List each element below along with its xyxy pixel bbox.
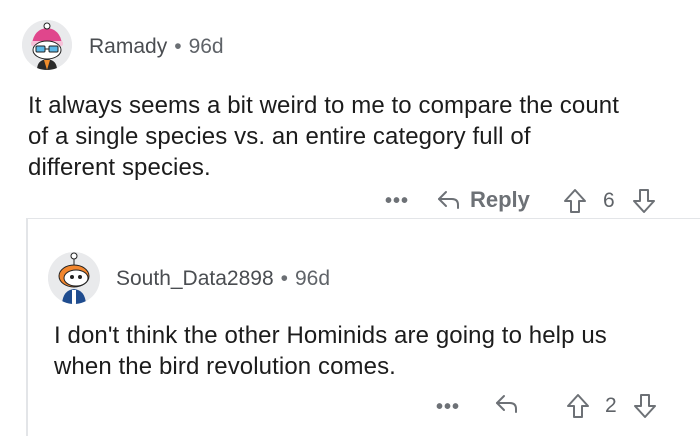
comment-meta: South_Data2898 • 96d	[116, 267, 330, 291]
comment-line: of a single species vs. an entire catego…	[28, 123, 531, 150]
comment-line: It always seems a bit weird to me to com…	[28, 92, 619, 119]
downvote-arrow-icon	[633, 189, 655, 213]
comment-age: 96d	[188, 35, 224, 58]
reply-arrow-icon	[496, 395, 517, 413]
reply-divider	[28, 218, 700, 219]
comment-meta: Ramady • 96d	[89, 35, 224, 59]
meta-separator: •	[174, 35, 182, 58]
reply-button[interactable]	[494, 392, 520, 416]
reply-arrow-icon	[438, 191, 459, 209]
downvote-button[interactable]	[633, 393, 657, 419]
ellipsis-icon: •••	[385, 190, 410, 212]
upvote-arrow-icon	[567, 394, 589, 418]
avatar[interactable]	[48, 252, 100, 304]
meta-separator: •	[280, 267, 288, 290]
snoo-avatar-icon	[48, 252, 100, 304]
more-options-button[interactable]: •••	[436, 396, 460, 419]
avatar[interactable]	[22, 20, 72, 70]
author-name[interactable]: Ramady	[89, 35, 167, 58]
downvote-button[interactable]	[632, 188, 656, 214]
vote-score: 2	[605, 394, 617, 417]
snoo-avatar-icon	[22, 20, 72, 70]
downvote-arrow-icon	[634, 394, 656, 418]
comment-age: 96d	[295, 267, 331, 290]
author-name[interactable]: South_Data2898	[116, 267, 274, 290]
reply-label: Reply	[470, 187, 530, 212]
vote-score: 6	[603, 189, 615, 212]
comment-line: when the bird revolution comes.	[54, 353, 396, 380]
comment-body: I don't think the other Hominids are goi…	[54, 320, 694, 382]
reply-button[interactable]: Reply	[436, 187, 530, 213]
ellipsis-icon: •••	[436, 396, 461, 418]
upvote-button[interactable]	[566, 393, 590, 419]
thread-line	[26, 218, 28, 436]
upvote-button[interactable]	[563, 188, 587, 214]
upvote-arrow-icon	[564, 189, 586, 213]
comment-line: different species.	[28, 154, 211, 181]
more-options-button[interactable]: •••	[385, 190, 409, 213]
comment-body: It always seems a bit weird to me to com…	[28, 90, 678, 183]
comment-line: I don't think the other Hominids are goi…	[54, 322, 607, 349]
